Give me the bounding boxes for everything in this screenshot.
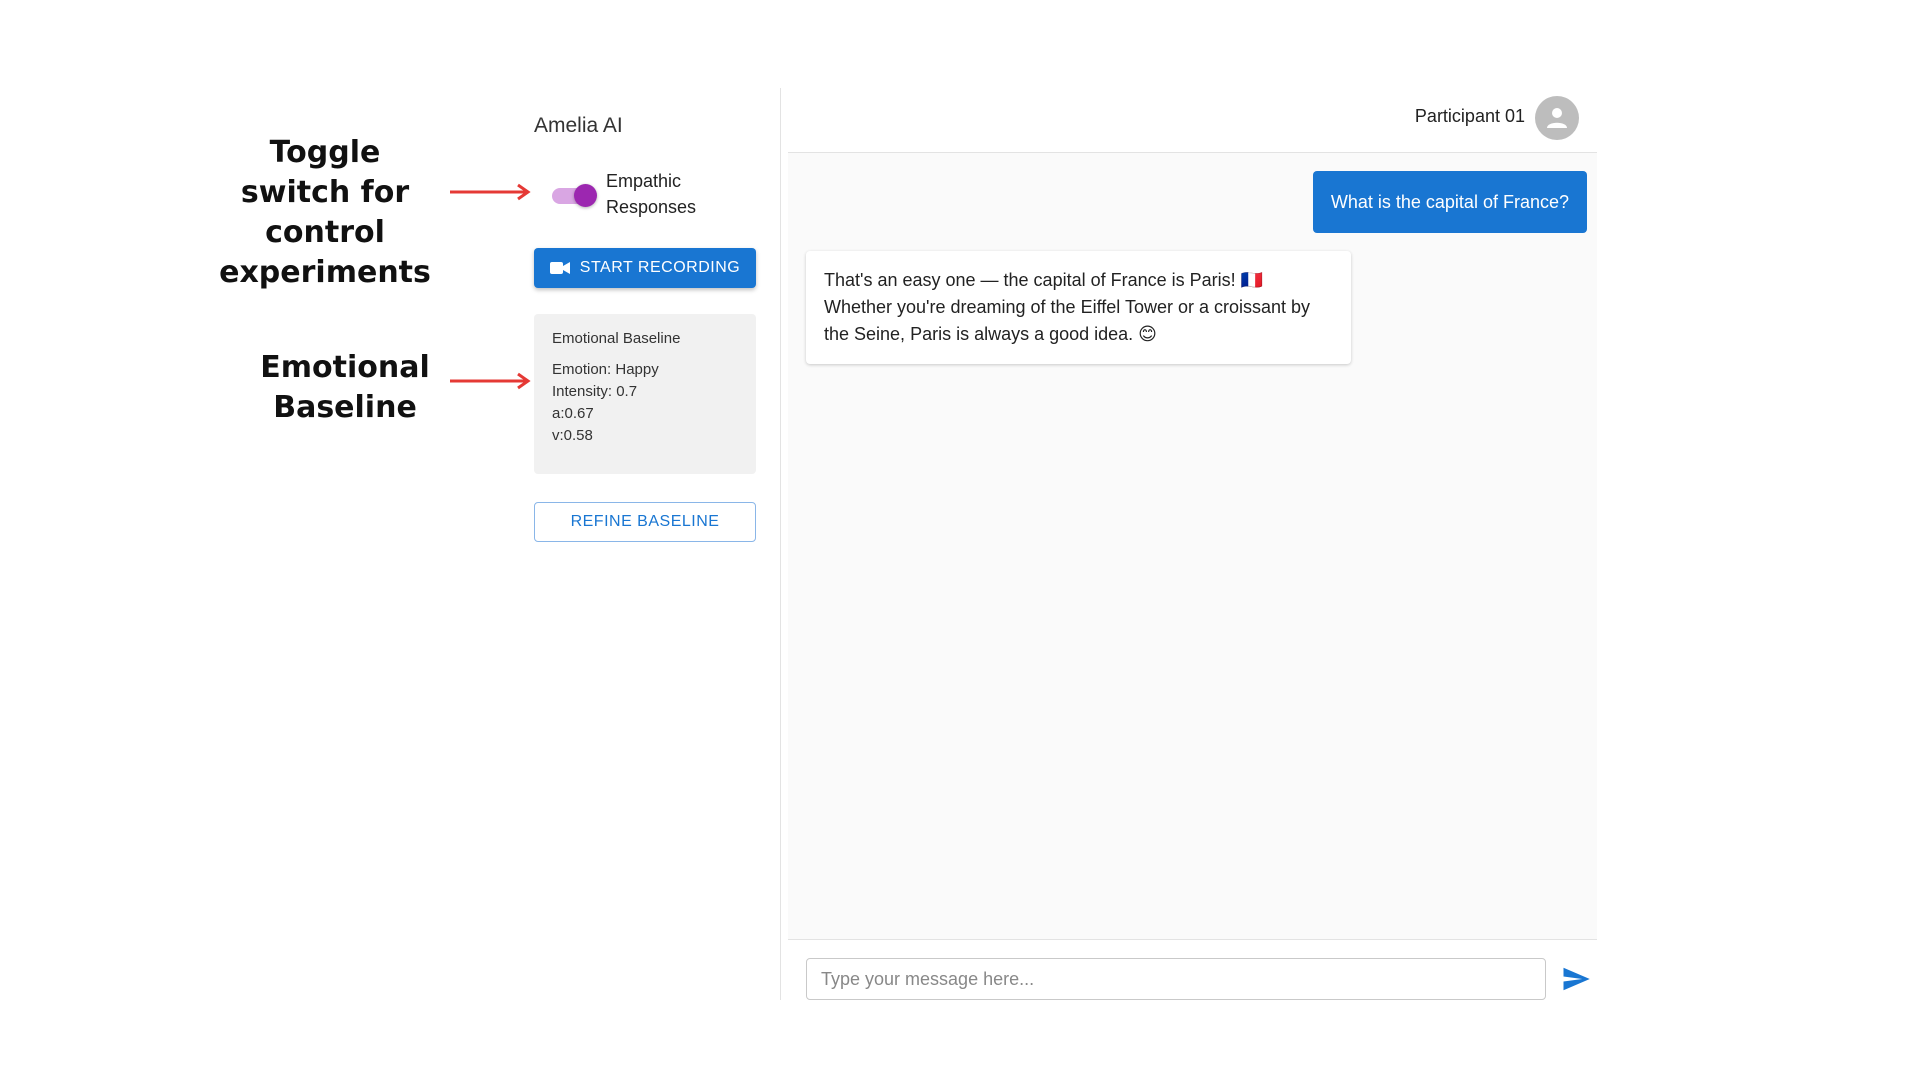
assistant-message: That's an easy one — the capital of Fran… (806, 251, 1351, 364)
app-title: Amelia AI (534, 114, 623, 137)
toggle-thumb[interactable] (574, 184, 597, 207)
start-recording-button[interactable]: START RECORDING (534, 248, 756, 288)
send-button[interactable] (1560, 964, 1592, 996)
message-input[interactable] (806, 958, 1546, 1000)
empathic-toggle[interactable]: Empathic Responses (544, 168, 754, 222)
refine-baseline-button[interactable]: REFINE BASELINE (534, 502, 756, 542)
baseline-title: Emotional Baseline (552, 330, 681, 347)
person-icon (1547, 108, 1567, 128)
emotional-baseline-card: Emotional Baseline Emotion: Happy Intens… (534, 314, 756, 474)
chat-panel: Participant 01 What is the capital of Fr… (788, 88, 1597, 1011)
toggle-switch[interactable] (552, 184, 597, 207)
start-recording-label: START RECORDING (579, 259, 741, 276)
user-message: What is the capital of France? (1312, 171, 1587, 233)
sidebar: Amelia AI Empathic Responses START RECOR… (534, 88, 781, 1000)
annotation-baseline-label: Emotional Baseline (260, 350, 430, 425)
baseline-emotion: Emotion: Happy (552, 361, 659, 378)
baseline-valence: v:0.58 (552, 427, 593, 444)
composer (788, 939, 1597, 1011)
message-list: What is the capital of France? That's an… (788, 153, 1597, 939)
baseline-arousal: a:0.67 (552, 405, 594, 422)
baseline-intensity: Intensity: 0.7 (552, 383, 638, 400)
chat-header: Participant 01 (788, 88, 1597, 153)
videocam-icon (549, 262, 570, 274)
avatar[interactable] (1535, 96, 1579, 140)
send-icon (1563, 967, 1590, 991)
annotation-arrow-icon (450, 183, 531, 201)
annotation-toggle-label: Toggle switch for control experiments (219, 135, 431, 290)
toggle-label: Empathic Responses (606, 171, 697, 217)
annotation-arrow-icon (450, 372, 531, 390)
participant-name: Participant 01 (1414, 106, 1525, 126)
